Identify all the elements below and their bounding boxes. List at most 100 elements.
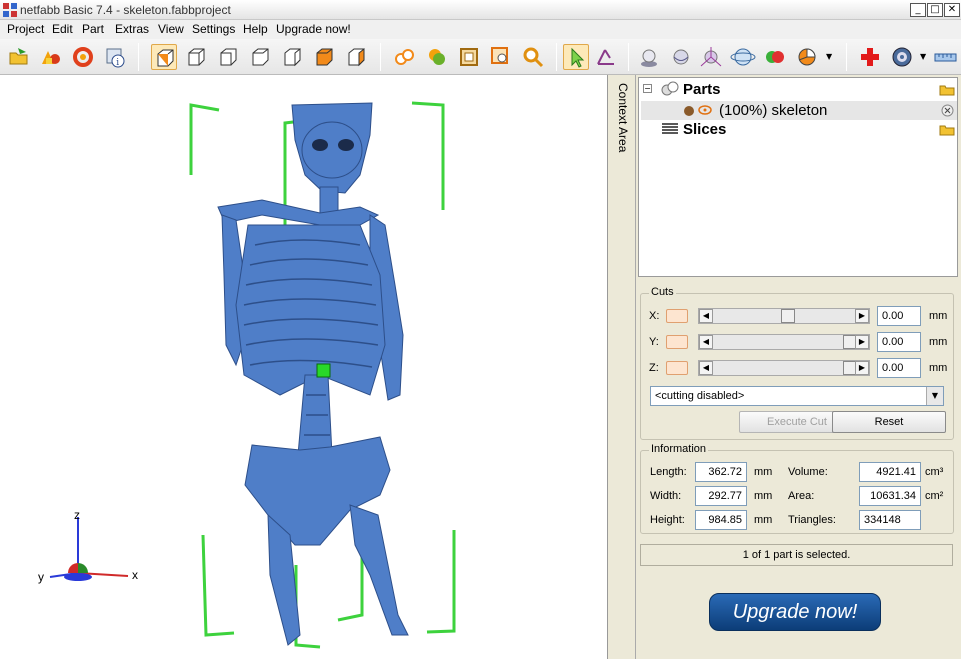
menu-edit[interactable]: Edit — [52, 22, 73, 36]
disk-icon[interactable] — [889, 44, 915, 70]
cut-x-right-arrow[interactable]: ▶ — [855, 309, 869, 323]
triangles-label: Triangles: — [788, 514, 836, 526]
3d-viewport[interactable]: z x y — [0, 75, 608, 659]
disk-dropdown-icon[interactable]: ▼ — [920, 52, 926, 61]
shaded-sphere-icon[interactable] — [424, 44, 450, 70]
cut-x-thumb[interactable] — [780, 309, 795, 323]
slices-folder-icon[interactable] — [939, 123, 955, 136]
parts-label[interactable]: Parts — [683, 81, 721, 101]
spheres-icon[interactable] — [392, 44, 418, 70]
menu-help[interactable]: Help — [243, 22, 268, 36]
cut-y-right-arrow[interactable]: ▶ — [855, 335, 869, 349]
cut-z-color[interactable] — [666, 361, 688, 375]
remove-part-icon[interactable] — [941, 104, 954, 117]
cut-y-slider[interactable]: ◀ ▶ — [698, 334, 870, 350]
view-top-icon[interactable] — [311, 44, 337, 70]
volume-unit: cm³ — [925, 466, 944, 478]
repair-icon[interactable] — [70, 44, 96, 70]
cut-x-left-arrow[interactable]: ◀ — [699, 309, 713, 323]
part-visibility-icon[interactable] — [683, 102, 715, 118]
menu-part[interactable]: Part — [82, 22, 104, 36]
cuts-title: Cuts — [649, 286, 676, 298]
cut-x-slider[interactable]: ◀ ▶ — [698, 308, 870, 324]
menu-bar: Project Edit Part Extras View Settings H… — [0, 20, 961, 39]
length-field: 362.72 — [695, 462, 747, 482]
cut-mode-dropdown-icon[interactable]: ▼ — [926, 387, 943, 405]
zoom-icon[interactable] — [520, 44, 546, 70]
part-info-icon[interactable]: i — [102, 44, 128, 70]
cut-x-color[interactable] — [666, 309, 688, 323]
length-unit: mm — [754, 466, 773, 478]
information-group: Information Length: 362.72 mm Width: 292… — [640, 443, 954, 534]
toolbar: i ▼ ▼ — [0, 39, 961, 75]
menu-project[interactable]: Project — [7, 22, 44, 36]
width-unit: mm — [754, 490, 773, 502]
close-button[interactable]: ✕ — [944, 3, 960, 17]
area-field: 10631.34 — [859, 486, 921, 506]
volume-field: 4921.41 — [859, 462, 921, 482]
cut-y-color[interactable] — [666, 335, 688, 349]
cut-z-field[interactable]: 0.00 — [877, 358, 921, 378]
color-spheres-icon[interactable] — [762, 44, 788, 70]
zoom-to-frame-icon[interactable] — [488, 44, 514, 70]
collapse-icon[interactable]: − — [643, 84, 652, 93]
part-label[interactable]: (100%) skeleton — [719, 102, 827, 122]
parts-tree: − Parts (100%) skeleton Slices — [638, 77, 958, 277]
view-front-icon[interactable] — [183, 44, 209, 70]
menu-extras[interactable]: Extras — [115, 22, 149, 36]
maximize-button[interactable]: □ — [927, 3, 943, 17]
menu-settings[interactable]: Settings — [192, 22, 235, 36]
title-bar: netfabb Basic 7.4 - skeleton.fabbproject… — [0, 0, 961, 20]
height-label: Height: — [650, 514, 685, 526]
window-title: netfabb Basic 7.4 - skeleton.fabbproject — [20, 3, 231, 17]
select-pointer-icon[interactable] — [563, 44, 589, 70]
parts-folder-icon[interactable] — [939, 83, 955, 96]
context-area-label: Context Area — [616, 83, 630, 153]
cut-x-field[interactable]: 0.00 — [877, 306, 921, 326]
red-cross-icon[interactable] — [857, 44, 883, 70]
axis-x-label: x — [132, 568, 138, 582]
ruler-icon[interactable] — [932, 44, 958, 70]
pie-chart-icon[interactable] — [794, 44, 820, 70]
cut-z-slider[interactable]: ◀ ▶ — [698, 360, 870, 376]
cut-z-unit: mm — [929, 362, 948, 374]
menu-view[interactable]: View — [158, 22, 184, 36]
translucent-sphere-icon[interactable] — [668, 44, 694, 70]
parts-icon — [661, 81, 679, 96]
height-field: 984.85 — [695, 510, 747, 530]
cut-y-left-arrow[interactable]: ◀ — [699, 335, 713, 349]
slices-icon — [662, 123, 678, 134]
area-label: Area: — [788, 490, 815, 502]
view-left-icon[interactable] — [247, 44, 273, 70]
view-right-icon[interactable] — [279, 44, 305, 70]
reset-button[interactable]: Reset — [832, 411, 946, 433]
pie-dropdown-icon[interactable]: ▼ — [826, 52, 832, 61]
open-project-icon[interactable] — [6, 44, 32, 70]
minimize-button[interactable]: _ — [910, 3, 926, 17]
cut-x-label: X: — [649, 310, 660, 322]
axes-sphere-icon[interactable] — [698, 44, 724, 70]
menu-upgrade[interactable]: Upgrade now! — [276, 22, 351, 36]
cut-mode-select[interactable]: <cutting disabled> ▼ — [650, 386, 944, 406]
view-back-icon[interactable] — [215, 44, 241, 70]
globe-icon[interactable] — [730, 44, 756, 70]
view-standard-icon[interactable] — [151, 44, 177, 70]
cut-z-left-arrow[interactable]: ◀ — [699, 361, 713, 375]
slices-label[interactable]: Slices — [683, 121, 726, 141]
cut-y-unit: mm — [929, 336, 948, 348]
context-area-tab[interactable]: Context Area — [608, 75, 636, 659]
cut-z-right-arrow[interactable]: ▶ — [855, 361, 869, 375]
cut-mode-value: <cutting disabled> — [655, 390, 745, 402]
center-marker[interactable] — [316, 363, 331, 378]
cuts-group: Cuts X: ◀ ▶ 0.00 mm Y: ◀ ▶ 0.00 mm Z: ◀ … — [640, 286, 954, 440]
measure-icon[interactable] — [593, 44, 619, 70]
cut-y-field[interactable]: 0.00 — [877, 332, 921, 352]
cut-z-label: Z: — [649, 362, 659, 374]
shadow-sphere-icon[interactable] — [636, 44, 662, 70]
frame-icon[interactable] — [456, 44, 482, 70]
volume-label: Volume: — [788, 466, 828, 478]
upgrade-now-button[interactable]: Upgrade now! — [709, 593, 881, 631]
view-bottom-icon[interactable] — [343, 44, 369, 70]
width-field: 292.77 — [695, 486, 747, 506]
add-part-icon[interactable] — [38, 44, 64, 70]
